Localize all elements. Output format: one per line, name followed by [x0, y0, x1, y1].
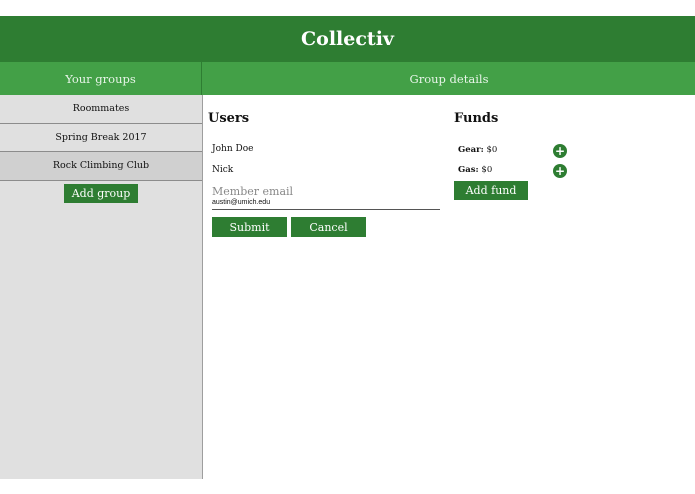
group-details-panel: Users John Doe Nick Member email austin@… — [204, 95, 695, 479]
plus-icon[interactable]: + — [553, 144, 567, 158]
funds-title: Funds — [454, 111, 499, 126]
app-header: Collectiv — [0, 16, 695, 62]
fund-name: Gear: — [458, 145, 484, 155]
user-item: John Doe — [212, 144, 254, 154]
fund-amount: $0 — [481, 165, 493, 175]
group-item-label: Spring Break 2017 — [55, 131, 147, 143]
group-item-rock-climbing-club[interactable]: Rock Climbing Club — [0, 152, 202, 181]
app-root: Collectiv Your groups Group details Room… — [0, 0, 695, 494]
add-fund-button[interactable]: Add fund — [454, 181, 528, 200]
member-email-placeholder: Member email — [212, 185, 294, 198]
submit-button[interactable]: Submit — [212, 217, 287, 237]
groups-sidebar: Roommates Spring Break 2017 Rock Climbin… — [0, 95, 203, 479]
users-title: Users — [208, 111, 250, 126]
your-groups-header: Your groups — [0, 62, 202, 95]
group-item-label: Rock Climbing Club — [52, 160, 150, 172]
group-item-label: Roommates — [72, 103, 130, 115]
plus-icon[interactable]: + — [553, 164, 567, 178]
group-item-spring-break-2017[interactable]: Spring Break 2017 — [0, 124, 202, 152]
sub-header: Your groups Group details — [0, 62, 695, 95]
user-item: Nick — [212, 165, 234, 175]
group-item-roommates[interactable]: Roommates — [0, 95, 202, 124]
app-title: Collectiv — [301, 28, 394, 50]
add-group-button[interactable]: Add group — [64, 184, 138, 203]
fund-amount: $0 — [486, 145, 498, 155]
member-email-value: austin@umich.edu — [212, 199, 271, 206]
fund-name: Gas: — [458, 165, 479, 175]
fund-item-gas: Gas: $0 — [458, 165, 492, 175]
member-email-field[interactable]: Member email austin@umich.edu — [212, 184, 440, 210]
group-details-label: Group details — [409, 71, 489, 86]
your-groups-label: Your groups — [65, 71, 136, 86]
cancel-button[interactable]: Cancel — [291, 217, 366, 237]
fund-item-gear: Gear: $0 — [458, 145, 497, 155]
group-details-header: Group details — [203, 62, 695, 95]
